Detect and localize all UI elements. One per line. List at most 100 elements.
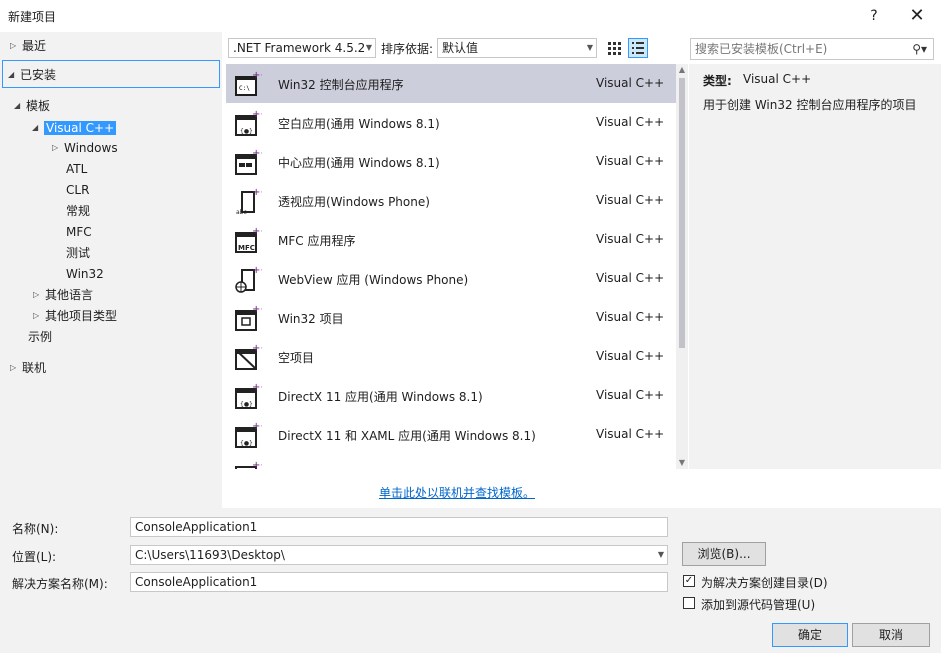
collapse-arrow-icon[interactable]: ◢ [14,96,26,116]
tree-item-visual-cpp[interactable]: ◢ Visual C++ [32,118,117,138]
name-field[interactable]: ConsoleApplication1 [130,517,668,537]
template-list-scrollbar[interactable]: ▲ ▼ [676,64,688,469]
directx-app-icon: {●} ++ [235,382,262,409]
svg-text:++: ++ [252,304,262,315]
svg-text:++: ++ [252,460,262,469]
svg-text:{●}: {●} [240,128,253,135]
svg-text:{●}: {●} [240,401,253,408]
svg-text:{●}: {●} [240,440,253,447]
tree-item-templates[interactable]: ◢ 模板 [14,96,50,116]
svg-text:++: ++ [252,70,262,81]
scroll-down-icon[interactable]: ▼ [676,457,688,469]
type-label: 类型: [703,74,732,88]
template-details: 类型: Visual C++ 用于创建 Win32 控制台应用程序的项目 [689,64,941,469]
expand-arrow-icon[interactable]: ▷ [10,36,22,56]
svg-text:abc: abc [236,209,247,215]
expand-arrow-icon[interactable]: ▷ [52,138,64,158]
scroll-thumb[interactable] [679,78,685,348]
tree-item-other-languages[interactable]: ▷ 其他语言 [33,285,93,305]
template-icon: ++ [235,460,262,469]
search-icon[interactable]: ⚲▾ [912,39,927,59]
title-bar: 新建项目 ? ✕ [0,0,941,32]
create-directory-label: 为解决方案创建目录(D) [701,576,828,590]
tree-item-online[interactable]: ▷ 联机 [10,358,46,378]
svg-text:C:\: C:\ [239,85,250,92]
console-app-icon: C:\++ [235,70,262,96]
svg-text:++: ++ [252,343,262,354]
scroll-up-icon[interactable]: ▲ [676,64,688,76]
template-row[interactable]: ++ 空项目 Visual C++ [226,337,676,376]
svg-text:++: ++ [252,109,262,120]
browse-button[interactable]: 浏览(B)... [682,542,766,566]
svg-text:++: ++ [252,382,262,393]
template-description: 用于创建 Win32 控制台应用程序的项目 [703,98,917,112]
tree-item-win32[interactable]: Win32 [66,264,104,284]
online-templates-link[interactable]: 单击此处以联机并查找模板。 [379,484,535,501]
template-tree: ▷ 最近 ◢ 已安装 ◢ 模板 ◢ Visual C++ ▷ Windows ATL CL… [0,32,222,508]
blank-app-icon: {●} ++ [235,109,262,136]
tree-item-mfc[interactable]: MFC [66,222,92,242]
tree-item-general[interactable]: 常规 [66,201,90,221]
sort-label: 排序依据: [381,42,434,56]
project-form: 名称(N): ConsoleApplication1 位置(L): C:\Use… [0,508,941,653]
framework-select[interactable]: .NET Framework 4.5.2 ▼ [228,38,376,58]
template-row[interactable]: {●}++ DirectX 11 应用(通用 Windows 8.1) Visu… [226,376,676,415]
svg-text:++: ++ [252,265,262,276]
tree-item-recent[interactable]: ▷ 最近 [10,36,46,56]
tree-item-other-project-types[interactable]: ▷ 其他项目类型 [33,306,117,326]
svg-text:++: ++ [252,187,262,198]
svg-text:++: ++ [252,421,262,432]
hub-app-icon: ++ [235,148,262,175]
name-label: 名称(N): [12,522,59,536]
tree-item-windows[interactable]: ▷ Windows [52,138,118,158]
solution-name-field[interactable]: ConsoleApplication1 [130,572,668,592]
sort-select[interactable]: 默认值 ▼ [437,38,597,58]
location-label: 位置(L): [12,550,57,564]
tree-item-samples[interactable]: 示例 [28,327,52,347]
close-button[interactable]: ✕ [903,4,931,28]
template-row[interactable]: MFC++ MFC 应用程序 Visual C++ [226,220,676,259]
type-value: Visual C++ [743,72,812,86]
svg-text:MFC: MFC [238,244,255,252]
create-directory-checkbox[interactable]: ✓ [683,575,695,587]
expand-arrow-icon[interactable]: ▷ [10,358,22,378]
ok-button[interactable]: 确定 [772,623,848,647]
list-view-icon[interactable] [628,38,648,58]
chevron-down-icon: ▼ [586,43,593,52]
expand-arrow-icon[interactable]: ▷ [33,306,45,326]
template-row-partial[interactable]: ++ [226,454,676,469]
template-row[interactable]: ++ WebView 应用 (Windows Phone) Visual C++ [226,259,676,298]
template-row[interactable]: ++ 中心应用(通用 Windows 8.1) Visual C++ [226,142,676,181]
template-row[interactable]: {●}++ 空白应用(通用 Windows 8.1) Visual C++ [226,103,676,142]
source-control-checkbox[interactable] [683,597,695,609]
mfc-app-icon: MFC ++ [235,226,262,253]
collapse-arrow-icon[interactable]: ◢ [32,118,44,138]
source-control-label: 添加到源代码管理(U) [701,598,816,612]
svg-text:++: ++ [252,148,262,159]
template-row[interactable]: {●}++ DirectX 11 和 XAML 应用(通用 Windows 8.… [226,415,676,454]
win32-project-icon: ++ [235,304,262,331]
pivot-app-icon: abc ++ [236,187,262,215]
tree-item-atl[interactable]: ATL [66,159,87,179]
location-field[interactable]: C:\Users\11693\Desktop\ ▼ [130,545,668,565]
webview-app-icon: ++ [235,265,262,293]
grid-view-icon[interactable] [604,38,624,58]
template-row[interactable]: abc++ 透视应用(Windows Phone) Visual C++ [226,181,676,220]
cancel-button[interactable]: 取消 [852,623,930,647]
search-input[interactable]: 搜索已安装模板(Ctrl+E) ⚲▾ [690,38,934,60]
tree-item-clr[interactable]: CLR [66,180,89,200]
tree-item-installed[interactable]: ◢ 已安装 [8,65,56,85]
empty-project-icon: ++ [235,343,262,370]
tree-item-test[interactable]: 测试 [66,243,90,263]
directx-xaml-app-icon: {●} ++ [235,421,262,448]
template-row[interactable]: ++ Win32 项目 Visual C++ [226,298,676,337]
svg-text:++: ++ [252,226,262,237]
expand-arrow-icon[interactable]: ▷ [33,285,45,305]
collapse-arrow-icon[interactable]: ◢ [8,65,20,85]
template-row[interactable]: C:\++ Win32 控制台应用程序 Visual C++ [226,64,676,103]
chevron-down-icon[interactable]: ▼ [658,546,664,564]
window-title: 新建项目 [8,10,57,24]
chevron-down-icon: ▼ [365,43,372,52]
help-button[interactable]: ? [860,4,888,28]
template-list: C:\++ Win32 控制台应用程序 Visual C++ {●}++ 空白应… [226,64,688,469]
